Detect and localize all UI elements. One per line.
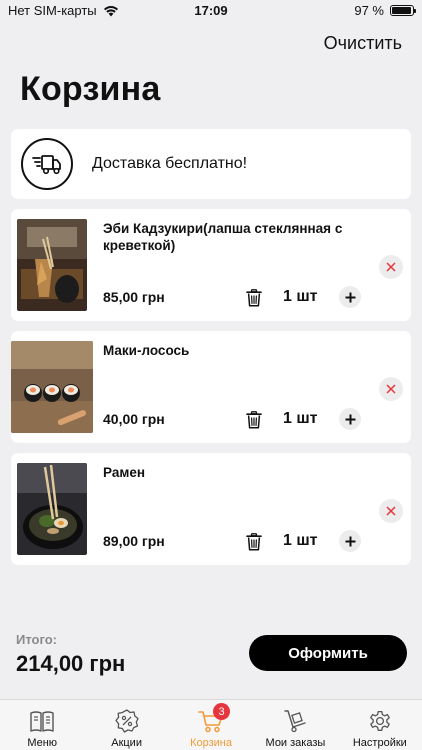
decrease-trash-button[interactable] [243,409,265,431]
hand-truck-icon [281,707,309,735]
item-price: 40,00 грн [103,411,165,427]
item-photo [11,341,93,433]
total-value: 214,00 грн [16,651,126,676]
clear-cart-button[interactable]: Очистить [324,33,402,54]
item-quantity: 1 шт [283,532,318,549]
status-bar: Нет SIM-карты 17:09 97 % [0,0,422,22]
battery-percent: 97 % [354,3,384,18]
status-right: 97 % [354,3,416,18]
tab-bar: Меню Акции 3 Корзина Мои заказы Настройк… [0,699,422,750]
increase-quantity-button[interactable] [339,286,361,308]
increase-quantity-button[interactable] [339,408,361,430]
item-price: 85,00 грн [103,289,165,305]
item-quantity: 1 шт [283,288,318,305]
discount-badge-icon [113,707,141,735]
tab-label: Меню [27,737,58,749]
delivery-info-card: Доставка бесплатно! [11,129,411,199]
cart-item: Рамен 89,00 грн 1 шт [11,453,411,565]
trash-icon [246,411,262,429]
increase-quantity-button[interactable] [339,530,361,552]
decrease-trash-button[interactable] [243,287,265,309]
delivery-truck-icon [21,138,73,190]
gear-icon [366,707,394,735]
item-name: Эби Кадзукири(лапша стеклянная с креветк… [103,221,343,253]
close-icon [386,262,396,272]
checkout-button[interactable]: Оформить [249,635,407,671]
close-icon [386,506,396,516]
trash-icon [246,533,262,551]
battery-icon [390,5,416,16]
plus-icon [345,414,355,424]
remove-item-button[interactable] [379,499,403,523]
item-price: 89,00 грн [103,533,165,549]
tab-settings[interactable]: Настройки [338,700,422,750]
cart-item: Эби Кадзукири(лапша стеклянная с креветк… [11,209,411,321]
item-quantity: 1 шт [283,410,318,427]
tab-menu[interactable]: Меню [0,700,84,750]
page-title: Корзина [20,70,161,108]
item-name: Рамен [103,465,145,480]
menu-book-icon [28,707,56,735]
cart-count-badge: 3 [213,703,231,720]
tab-label: Корзина [190,737,232,749]
trash-icon [246,289,262,307]
delivery-text: Доставка бесплатно! [92,155,248,172]
item-photo [17,463,87,555]
item-name: Маки-лосось [103,343,190,358]
tab-promotions[interactable]: Акции [84,700,168,750]
tab-label: Мои заказы [265,737,326,749]
tab-my-orders[interactable]: Мои заказы [253,700,337,750]
tab-label: Настройки [352,737,407,749]
plus-icon [345,536,355,546]
remove-item-button[interactable] [379,255,403,279]
battery-fill [392,7,412,14]
cart-item: Маки-лосось 40,00 грн 1 шт [11,331,411,443]
plus-icon [345,292,355,302]
tab-label: Акции [111,737,142,749]
tab-cart[interactable]: 3 Корзина [169,700,253,750]
remove-item-button[interactable] [379,377,403,401]
close-icon [386,384,396,394]
decrease-trash-button[interactable] [243,531,265,553]
item-photo [17,219,87,311]
total-label: Итого: [16,632,57,647]
